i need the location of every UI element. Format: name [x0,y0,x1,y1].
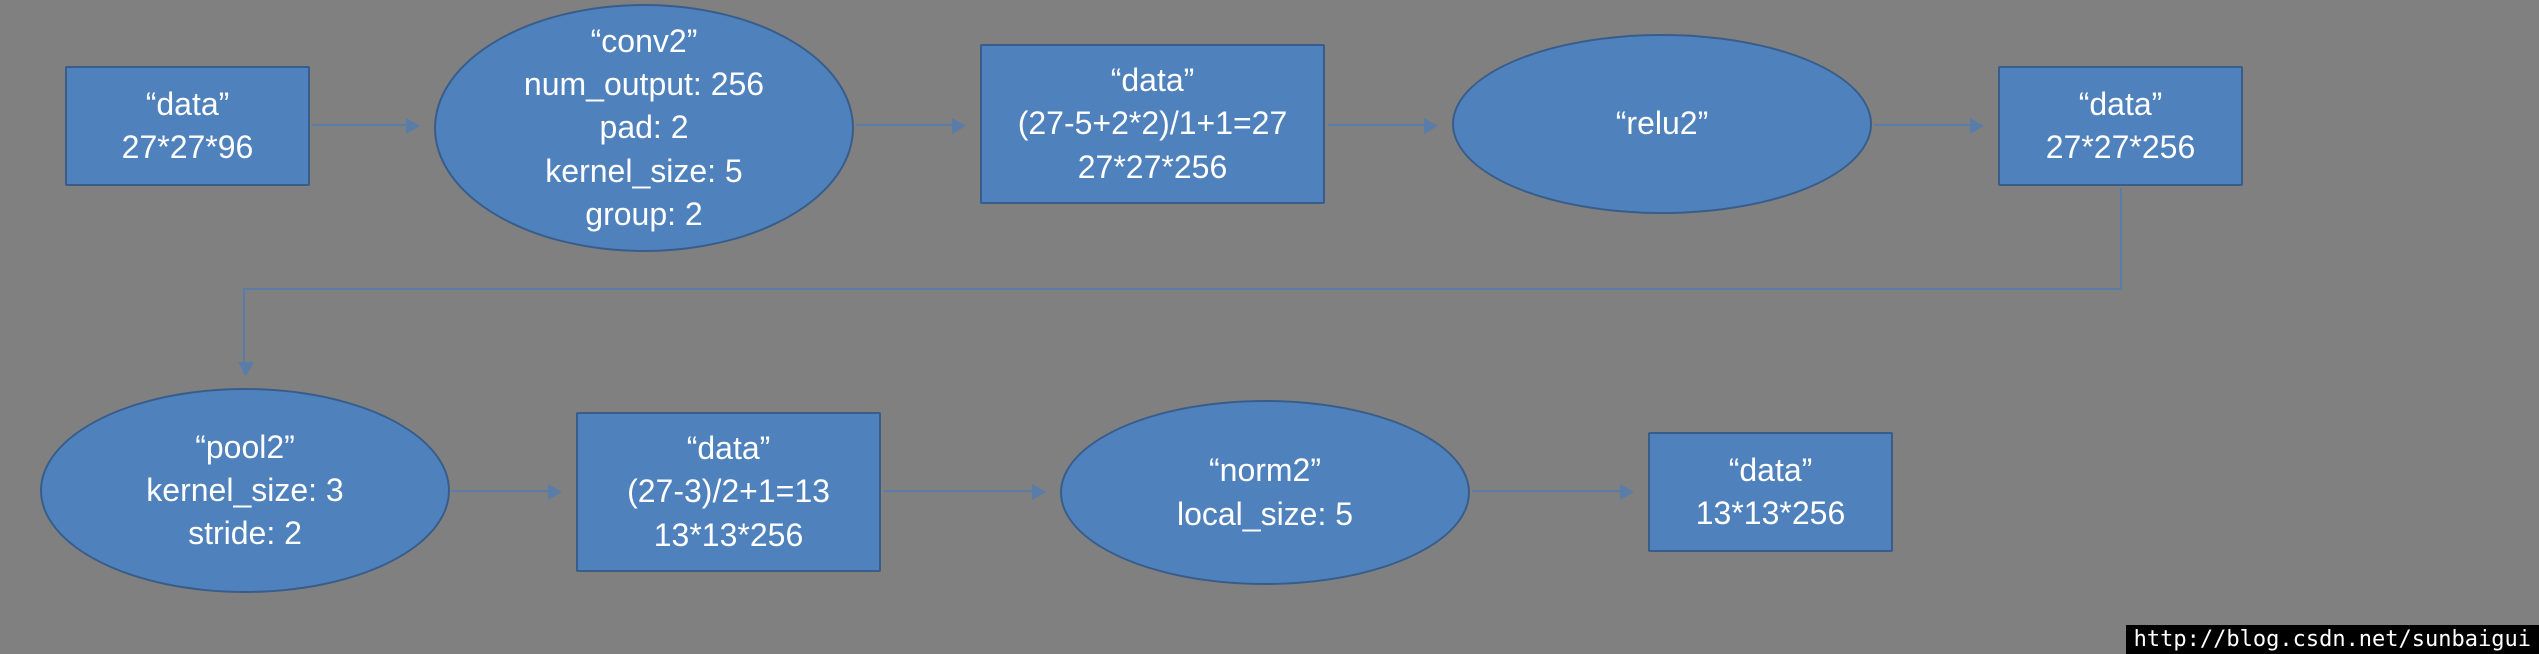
node-line: “data” [1111,59,1195,102]
node-line: 27*27*96 [122,126,254,169]
node-line: “data” [1729,449,1813,492]
node-line: (27-3)/2+1=13 [627,470,830,513]
connector-seg [243,288,2122,290]
node-data-3: “data” 27*27*256 [1998,66,2243,186]
arrow [452,490,560,492]
node-line: 13*13*256 [654,514,803,557]
node-line: local_size: 5 [1177,493,1353,536]
node-data-5: “data” 13*13*256 [1648,432,1893,552]
arrow [856,124,964,126]
node-pool2: “pool2” kernel_size: 3 stride: 2 [40,388,450,593]
node-line: 13*13*256 [1696,492,1845,535]
node-line: num_output: 256 [524,63,764,106]
watermark: http://blog.csdn.net/sunbaigui [2126,625,2539,654]
diagram-stage: “data” 27*27*96 “conv2” num_output: 256 … [0,0,2539,654]
node-data-1: “data” 27*27*96 [65,66,310,186]
connector-seg [2120,188,2122,288]
arrow [1472,490,1632,492]
node-line: pad: 2 [600,106,689,149]
arrow [1328,124,1436,126]
node-data-2: “data” (27-5+2*2)/1+1=27 27*27*256 [980,44,1325,204]
node-line: “data” [687,427,771,470]
node-line: 27*27*256 [2046,126,2195,169]
arrow [312,124,418,126]
node-line: “conv2” [591,20,698,63]
node-line: stride: 2 [188,512,302,555]
node-norm2: “norm2” local_size: 5 [1060,400,1470,585]
node-data-4: “data” (27-3)/2+1=13 13*13*256 [576,412,881,572]
node-line: group: 2 [585,193,702,236]
connector-arrow [243,288,245,374]
node-line: kernel_size: 5 [545,150,742,193]
node-line: kernel_size: 3 [146,469,343,512]
arrow [1874,124,1982,126]
node-line: “pool2” [195,426,295,469]
node-conv2: “conv2” num_output: 256 pad: 2 kernel_si… [434,4,854,252]
node-line: 27*27*256 [1078,146,1227,189]
node-line: “data” [2079,83,2163,126]
arrow [884,490,1044,492]
node-line: “norm2” [1209,449,1321,492]
node-relu2: “relu2” [1452,34,1872,214]
node-line: (27-5+2*2)/1+1=27 [1018,102,1288,145]
node-line: “data” [146,83,230,126]
node-line: “relu2” [1616,102,1708,145]
